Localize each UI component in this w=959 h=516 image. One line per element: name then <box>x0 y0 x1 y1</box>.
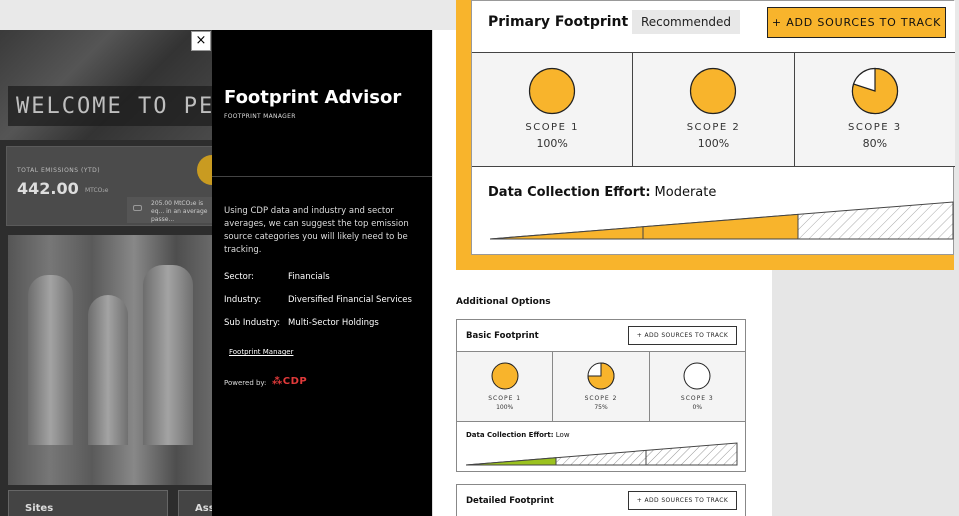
effort-value: Low <box>555 431 570 439</box>
industry-value: Diversified Financial Services <box>288 295 412 305</box>
scope-name: SCOPE 2 <box>686 122 741 133</box>
scope-2-pie-icon <box>587 362 615 390</box>
basic-footprint-card: Basic Footprint + ADD SOURCES TO TRACK S… <box>456 319 746 472</box>
basic-scope-2: SCOPE 2 75% <box>553 352 650 421</box>
sector-value: Financials <box>288 272 330 282</box>
scope-3-pie-icon <box>851 67 898 115</box>
sector-row: Sector: Financials <box>224 272 330 282</box>
cdp-mark-icon: ⁂ <box>272 376 283 387</box>
tank-shape <box>88 295 128 445</box>
powered-by-label: Powered by: <box>224 379 267 387</box>
basic-scopes: SCOPE 1 100% SCOPE 2 75% SCOPE 3 0% <box>457 352 745 422</box>
footprint-advisor-panel: Footprint Advisor FOOTPRINT MANAGER Usin… <box>212 30 432 516</box>
screen: WELCOME TO PER TOTAL EMISSIONS (YTD) 442… <box>0 0 959 516</box>
scope-name: SCOPE 3 <box>680 395 714 402</box>
scope-percent: 75% <box>594 404 608 411</box>
advisor-description: Using CDP data and industry and sector a… <box>224 206 409 255</box>
primary-effort-meter <box>490 201 954 240</box>
scope-percent: 100% <box>496 404 514 411</box>
detailed-footprint-title: Detailed Footprint <box>466 496 554 506</box>
sites-tab[interactable]: Sites <box>8 490 168 516</box>
tank-shape <box>28 275 73 445</box>
detailed-footprint-card: Detailed Footprint + ADD SOURCES TO TRAC… <box>456 484 746 516</box>
primary-footprint-card: Primary Footprint Recommended + ADD SOUR… <box>471 0 955 255</box>
advisor-subtitle: FOOTPRINT MANAGER <box>224 113 296 120</box>
basic-effort-meter <box>466 442 738 466</box>
effort-value: Moderate <box>654 185 717 200</box>
industry-label: Industry: <box>224 295 262 305</box>
primary-add-sources-button[interactable]: + ADD SOURCES TO TRACK <box>767 7 946 38</box>
scope-2-pie-icon <box>690 67 737 115</box>
scope-3-pie-icon <box>683 362 711 390</box>
primary-scope-2: SCOPE 2 100% <box>633 53 795 166</box>
detailed-add-sources-button[interactable]: + ADD SOURCES TO TRACK <box>628 491 737 510</box>
primary-scope-1: SCOPE 1 100% <box>472 53 634 166</box>
primary-scopes: SCOPE 1 100% SCOPE 2 100% SCOPE 3 80% <box>472 53 955 167</box>
hero-title: WELCOME TO PER <box>8 86 215 126</box>
car-icon <box>133 205 142 211</box>
primary-effort: Data Collection Effort: Moderate <box>488 185 716 200</box>
card-header: Basic Footprint + ADD SOURCES TO TRACK <box>457 320 745 352</box>
card-header: Detailed Footprint + ADD SOURCES TO TRAC… <box>457 485 745 516</box>
facility-photo <box>8 235 215 485</box>
scope-percent: 100% <box>697 137 730 150</box>
scope-name: SCOPE 1 <box>488 395 522 402</box>
assets-tab[interactable]: Ass <box>178 490 215 516</box>
subindustry-value: Multi-Sector Holdings <box>288 318 379 328</box>
primary-scope-3: SCOPE 3 80% <box>794 53 955 166</box>
footprint-manager-link[interactable]: Footprint Manager <box>229 348 293 356</box>
total-emissions-card: TOTAL EMISSIONS (YTD) 442.00 MTCO₂e 205.… <box>6 146 215 226</box>
primary-header: Primary Footprint Recommended + ADD SOUR… <box>472 1 955 53</box>
basic-scope-3: SCOPE 3 0% <box>649 352 745 421</box>
scope-name: SCOPE 3 <box>848 122 902 133</box>
scope-1-pie-icon <box>529 67 576 115</box>
scope-1-pie-icon <box>491 362 519 390</box>
effort-label: Data Collection Effort: <box>488 185 651 200</box>
scope-percent: 0% <box>692 404 703 411</box>
tank-shape <box>143 265 193 445</box>
basic-scope-1: SCOPE 1 100% <box>457 352 554 421</box>
basic-add-sources-button[interactable]: + ADD SOURCES TO TRACK <box>628 326 737 345</box>
divider <box>212 176 432 177</box>
additional-options-heading: Additional Options <box>456 297 551 307</box>
basic-footprint-title: Basic Footprint <box>466 331 539 341</box>
subindustry-label: Sub Industry: <box>224 318 281 328</box>
recommended-badge: Recommended <box>632 10 740 34</box>
primary-footprint-title: Primary Footprint <box>488 14 629 30</box>
total-emissions-unit: MTCO₂e <box>85 187 109 194</box>
effort-label: Data Collection Effort: <box>466 431 554 439</box>
advisor-title: Footprint Advisor <box>224 87 402 108</box>
scope-percent: 80% <box>862 137 888 150</box>
industry-row: Industry: Diversified Financial Services <box>224 295 412 305</box>
subindustry-row: Sub Industry: Multi-Sector Holdings <box>224 318 379 328</box>
cdp-logo: ⁂CDP <box>272 376 307 387</box>
scope-percent: 100% <box>536 137 568 150</box>
cdp-brand-text: CDP <box>282 376 308 387</box>
scope-name: SCOPE 2 <box>584 395 618 402</box>
total-emissions-label: TOTAL EMISSIONS (YTD) <box>17 167 101 174</box>
total-emissions-value: 442.00 <box>17 179 79 198</box>
background-dashboard: WELCOME TO PER TOTAL EMISSIONS (YTD) 442… <box>0 30 215 516</box>
scope-name: SCOPE 1 <box>525 122 579 133</box>
close-button[interactable]: × <box>191 31 211 51</box>
basic-effort: Data Collection Effort: Low <box>466 431 570 439</box>
sector-label: Sector: <box>224 272 255 282</box>
